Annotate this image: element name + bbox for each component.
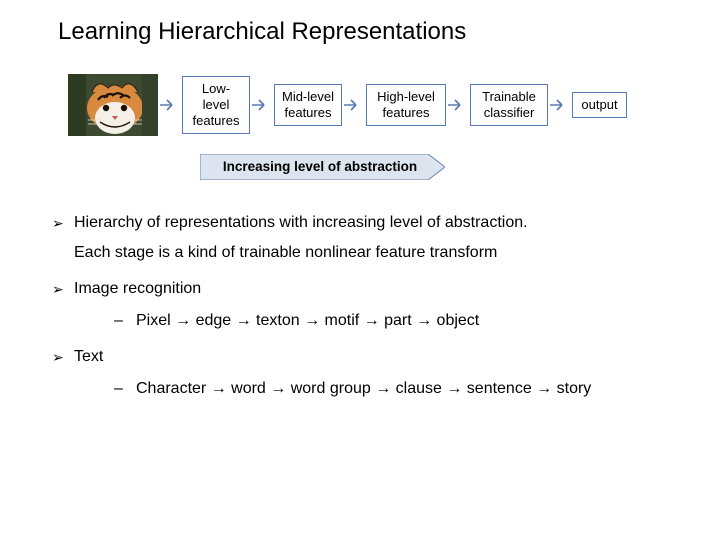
box-output: output [572,92,627,118]
box-low-level-features: Low-level features [182,76,250,135]
arrow-icon [162,101,178,109]
box-trainable-classifier: Trainable classifier [470,84,548,127]
bullet-image-recognition: Image recognition Pixel → edge → texton … [52,280,690,330]
bullet-image-recognition-chain: Pixel → edge → texton → motif → part → o… [96,312,690,330]
arrow-icon [254,101,270,109]
pipeline-row: Low-level features Mid-level features Hi… [68,74,690,136]
arrow-icon [552,101,568,109]
bullet-list: Hierarchy of representations with increa… [52,214,690,398]
bullet-text-chain: Character → word → word group → clause →… [96,380,690,398]
bullet-hierarchy-line2: Each stage is a kind of trainable nonlin… [74,244,690,262]
abstraction-banner: Increasing level of abstraction [200,154,445,180]
bullet-hierarchy-line1: Hierarchy of representations with increa… [74,214,528,231]
bullet-text-label: Text [74,348,103,365]
arrow-icon [450,101,466,109]
bullet-hierarchy: Hierarchy of representations with increa… [52,214,690,262]
slide-title: Learning Hierarchical Representations [58,18,690,46]
box-mid-level-features: Mid-level features [274,84,342,127]
input-image-tiger [68,74,158,136]
abstraction-banner-label: Increasing level of abstraction [206,154,434,180]
box-high-level-features: High-level features [366,84,446,127]
bullet-text: Text Character → word → word group → cla… [52,348,690,398]
arrow-icon [346,101,362,109]
bullet-image-recognition-label: Image recognition [74,280,201,297]
